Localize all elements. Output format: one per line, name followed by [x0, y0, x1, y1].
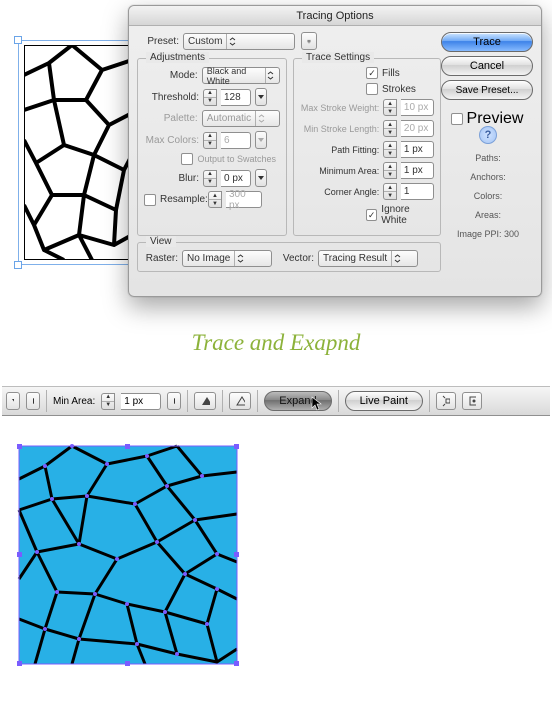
info-ppi: Image PPI: 300: [445, 229, 531, 239]
vector-select[interactable]: Tracing Result: [318, 250, 418, 267]
corner-angle-label: Corner Angle:: [300, 187, 379, 197]
toolbar-min-area-field[interactable]: 1 px: [121, 393, 161, 410]
threshold-label: Threshold:: [144, 92, 199, 103]
chevron-updown-icon: [234, 251, 246, 266]
output-swatches-label: Output to Swatches: [197, 154, 276, 164]
chevron-updown-icon: [226, 34, 238, 49]
raster-label: Raster:: [144, 253, 178, 264]
max-stroke-weight-label: Max Stroke Weight:: [300, 103, 379, 113]
chevron-updown-icon: [265, 68, 275, 83]
expand-button[interactable]: Expand: [264, 391, 331, 411]
preview-checkbox[interactable]: [451, 113, 463, 125]
threshold-field[interactable]: 128: [221, 89, 251, 106]
toolbar-dropdown-button[interactable]: [6, 392, 20, 410]
cancel-button[interactable]: Cancel: [441, 56, 533, 76]
strokes-checkbox[interactable]: [366, 83, 378, 95]
palette-select: Automatic: [202, 110, 280, 127]
max-stroke-weight-field: 10 px: [401, 99, 434, 116]
maxcolors-label: Max Colors:: [144, 135, 199, 146]
voronoi-black-white: [24, 45, 132, 260]
maxcolors-field: 6: [221, 132, 251, 149]
min-area-label: Minimum Area:: [300, 166, 379, 176]
outline-result-button[interactable]: [229, 392, 251, 410]
path-fitting-stepper[interactable]: ▲▼: [383, 141, 397, 158]
resample-checkbox[interactable]: [144, 194, 156, 206]
palette-label: Palette:: [144, 113, 198, 124]
raster-select[interactable]: No Image: [182, 250, 272, 267]
maxcolors-slider-button: [255, 131, 267, 149]
chevron-updown-icon: [255, 111, 267, 126]
min-stroke-length-label: Min Stroke Length:: [300, 124, 379, 134]
path-fitting-field[interactable]: 1 px: [401, 141, 434, 158]
mode-label: Mode:: [144, 70, 198, 81]
live-paint-button[interactable]: Live Paint: [345, 391, 423, 411]
help-icon[interactable]: ?: [479, 126, 497, 144]
chevron-updown-icon: [391, 251, 403, 266]
tutorial-caption: Trace and Exapnd: [0, 330, 552, 356]
min-stroke-length-field: 20 px: [401, 120, 434, 137]
resample-stepper: ▲▼: [208, 191, 222, 208]
info-colors: Colors:: [445, 191, 531, 201]
isolate-button[interactable]: [436, 392, 456, 410]
save-preset-button[interactable]: Save Preset...: [441, 80, 533, 100]
expanded-artwork: [17, 444, 239, 666]
toolbar-min-area-slider[interactable]: [167, 392, 181, 410]
corner-angle-stepper[interactable]: ▲▼: [383, 183, 397, 200]
min-stroke-length-stepper: ▲▼: [383, 120, 397, 137]
mode-select[interactable]: Black and White: [202, 67, 280, 84]
trace-settings-group: Trace Settings ✓Fills Strokes Max Stroke…: [293, 58, 441, 236]
maxcolors-stepper: ▲▼: [203, 132, 217, 149]
toolbar-play-button[interactable]: [26, 392, 40, 410]
info-areas: Areas:: [445, 210, 531, 220]
toolbar-min-area-label: Min Area:: [53, 396, 95, 407]
ignore-white-checkbox[interactable]: ✓: [366, 209, 377, 221]
fills-checkbox[interactable]: ✓: [366, 67, 378, 79]
info-panel: ? Paths: Anchors: Colors: Areas: Image P…: [445, 126, 531, 239]
preset-select[interactable]: Custom: [183, 33, 295, 50]
min-area-field[interactable]: 1 px: [401, 162, 434, 179]
preset-label: Preset:: [141, 36, 179, 47]
tracing-options-dialog: Tracing Options Preset: Custom Adjustmen…: [128, 5, 542, 297]
blur-slider-button[interactable]: [255, 169, 267, 187]
control-bar: Min Area: ▲▼ 1 px Expand Live Paint: [2, 386, 550, 416]
fill-result-button[interactable]: [194, 392, 216, 410]
fills-label: Fills: [382, 68, 400, 79]
adjustments-group: Adjustments Mode: Black and White Thresh…: [137, 58, 287, 236]
blur-stepper[interactable]: ▲▼: [203, 170, 217, 187]
toolbar-min-area-stepper[interactable]: ▲▼: [101, 393, 115, 410]
canvas-selected-artwork: [18, 40, 136, 265]
vector-label: Vector:: [276, 253, 314, 264]
resample-label: Resample:: [160, 194, 204, 205]
dialog-title: Tracing Options: [129, 6, 541, 26]
output-swatches-checkbox: [181, 153, 193, 165]
blur-label: Blur:: [144, 173, 199, 184]
corner-angle-field[interactable]: 1: [401, 183, 434, 200]
info-paths: Paths:: [445, 153, 531, 163]
view-group: View Raster: No Image Vector: Tracing Re…: [137, 242, 441, 272]
ignore-white-label: Ignore White: [381, 204, 434, 226]
info-anchors: Anchors:: [445, 172, 531, 182]
trace-button[interactable]: Trace: [441, 32, 533, 52]
strokes-label: Strokes: [382, 84, 416, 95]
max-stroke-weight-stepper: ▲▼: [383, 99, 397, 116]
min-area-stepper[interactable]: ▲▼: [383, 162, 397, 179]
resample-field: 300 px: [226, 191, 262, 208]
threshold-stepper[interactable]: ▲▼: [203, 89, 217, 106]
edit-contents-button[interactable]: [462, 392, 482, 410]
path-fitting-label: Path Fitting:: [300, 145, 379, 155]
preset-menu-button[interactable]: [301, 32, 317, 50]
blur-field[interactable]: 0 px: [221, 170, 251, 187]
threshold-slider-button[interactable]: [255, 88, 267, 106]
